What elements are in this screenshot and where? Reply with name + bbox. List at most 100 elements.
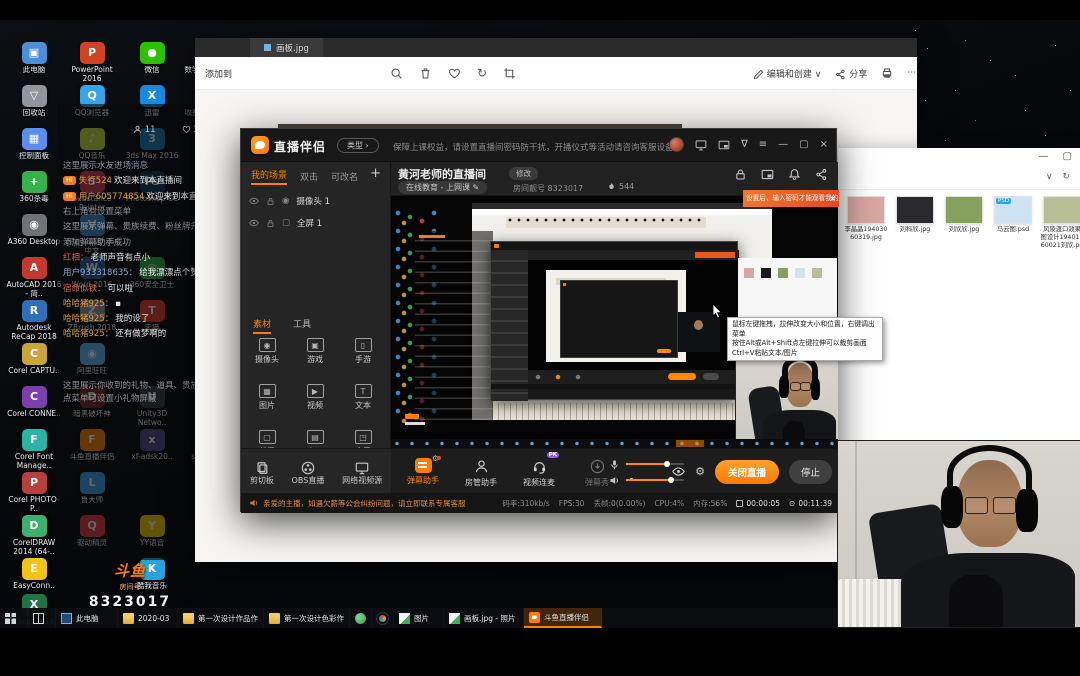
stop-button[interactable]: 停止 [789, 460, 832, 484]
lock-icon[interactable] [266, 219, 275, 228]
add-scene-button[interactable]: + [370, 166, 381, 181]
dropdown-icon[interactable]: ∨ [1046, 172, 1053, 182]
taskbar-item[interactable]: 画板.jpg - 照片 [444, 608, 524, 628]
desktop-icon[interactable]: ▦ 控制面板 [6, 128, 62, 161]
zoom-icon[interactable] [390, 67, 403, 80]
lock-icon[interactable] [266, 197, 275, 206]
video-link-button[interactable]: PK 视频连麦 [517, 456, 561, 488]
rotate-icon[interactable]: ↻ [477, 66, 487, 80]
taskbar-item-icon[interactable] [449, 613, 460, 624]
close-button[interactable]: × [820, 139, 828, 150]
desktop-icon[interactable]: E EasyConn.. [6, 558, 62, 591]
favorite-icon[interactable] [448, 67, 461, 80]
chat-username[interactable]: 哈哈猪925： [63, 329, 113, 339]
file-item[interactable]: 风陵渡口效果图设计19401060021刘欣.png [1040, 196, 1080, 250]
material-item[interactable]: ▦ 图片 [243, 380, 291, 426]
file-item[interactable]: 李晶晶19403060319.jpg [844, 196, 888, 250]
share-button[interactable]: 分享 [835, 67, 867, 80]
maximize-icon[interactable]: ▢ [1063, 151, 1072, 162]
edit-room-button[interactable]: 修改 [509, 167, 538, 180]
app-icon[interactable]: ▽ [22, 85, 47, 107]
chat-username[interactable]: 哈哈猪925： [63, 314, 113, 324]
file-thumbnail[interactable] [847, 196, 885, 224]
add-to-button[interactable]: 添加到 [205, 67, 232, 80]
taskbar-item[interactable]: 第一次设计作品作业 [178, 608, 264, 628]
minimize-button[interactable]: — [778, 139, 788, 150]
taskbar-item-icon[interactable] [399, 613, 410, 624]
close-live-button[interactable]: 关闭直播 [715, 460, 779, 484]
desktop-icon[interactable]: + 360杀毒 [6, 171, 62, 204]
app-icon[interactable]: A [22, 257, 47, 279]
source-row[interactable]: ◉ 摄像头 1 [249, 190, 399, 212]
material-item[interactable]: ▶ 视频 [291, 380, 339, 426]
chat-username[interactable]: 用户933318635： [63, 268, 137, 278]
taskbar-item-icon[interactable] [183, 613, 194, 624]
app-icon[interactable]: D [22, 515, 47, 537]
file-item[interactable]: 刘欣欣.jpg [942, 196, 986, 250]
file-thumbnail[interactable] [896, 196, 934, 224]
app-icon[interactable]: C [22, 343, 47, 365]
taskbar-item-icon[interactable] [123, 613, 134, 624]
app-icon[interactable]: C [22, 386, 47, 408]
network-video-tool[interactable]: 网络视频源 [342, 457, 382, 486]
taskbar-item[interactable]: 图片 [394, 608, 444, 628]
share-icon[interactable] [815, 168, 828, 181]
crop-icon[interactable] [503, 67, 516, 80]
monitor-icon[interactable] [695, 139, 707, 151]
file-item[interactable]: 刘科欣.jpg [893, 196, 937, 250]
app-icon[interactable]: ▣ [22, 42, 47, 64]
taskbar-item[interactable] [28, 608, 56, 628]
taskbar-item[interactable]: 第一次设计色彩作业 [264, 608, 350, 628]
desktop-icon[interactable]: ● 微信 [124, 42, 180, 75]
refresh-icon[interactable]: ↻ [1062, 172, 1070, 182]
password-banner[interactable]: ×设置后，输入密码才能观看我的直播 [743, 190, 839, 207]
taskbar-item[interactable] [0, 608, 28, 628]
pip-icon[interactable] [718, 139, 730, 151]
desktop-icon[interactable]: ▣ 此电脑 [6, 42, 62, 75]
app-icon[interactable]: ● [140, 42, 165, 64]
desktop-icon[interactable]: P Corel PHOTO-P.. [6, 472, 62, 513]
taskbar-item-icon[interactable] [269, 613, 280, 624]
material-item[interactable]: ▣ 游戏 [291, 334, 339, 380]
delete-icon[interactable] [419, 67, 432, 80]
tab-tools[interactable]: 工具 [293, 317, 311, 334]
app-icon[interactable]: F [22, 429, 47, 451]
material-item[interactable]: ▯ 手游 [339, 334, 387, 380]
source-row[interactable]: ▢ 全屏 1 [249, 212, 399, 234]
desktop-icon[interactable]: C Corel CAPTU.. [6, 343, 62, 376]
photos-tab[interactable]: 画板.jpg [250, 38, 323, 57]
more-icon[interactable]: ⋯ [907, 68, 916, 78]
clipboard-tool[interactable]: 剪切板 [250, 457, 274, 486]
bell-icon[interactable] [788, 168, 801, 181]
desktop-icon[interactable]: P PowerPoint 2016 [64, 42, 120, 83]
filter-icon[interactable]: ∇ [741, 139, 748, 150]
tab-materials[interactable]: 素材 [253, 317, 271, 334]
taskbar-item-icon[interactable] [355, 613, 366, 624]
chat-username[interactable]: 哈哈猪925： [63, 299, 113, 309]
taskbar-item[interactable]: 此电脑 [56, 608, 118, 628]
desktop-icon[interactable]: A AutoCAD 2016 - 简.. [6, 257, 62, 298]
desktop-icon[interactable]: D CorelDRAW 2014 (64-.. [6, 515, 62, 556]
taskbar-item[interactable] [350, 608, 372, 628]
password-lock-icon[interactable] [734, 168, 747, 181]
app-icon[interactable]: P [22, 472, 47, 494]
moderator-assistant-button[interactable]: 房管助手 [459, 456, 503, 488]
taskbar-item-icon[interactable] [529, 612, 540, 623]
desktop-icon[interactable]: C Corel CONNE.. [6, 386, 62, 419]
taskbar-item-icon[interactable] [377, 613, 388, 624]
print-icon[interactable] [881, 67, 893, 79]
tab-my-scene[interactable]: 我的场景 [251, 168, 287, 185]
file-thumbnail[interactable] [945, 196, 983, 224]
maximize-button[interactable]: ▢ [799, 139, 808, 150]
taskbar-item[interactable]: 斗鱼直播伴侣 [524, 608, 602, 628]
type-pill-button[interactable]: 类型 › [337, 138, 379, 153]
obs-tool[interactable]: OBS直播 [292, 457, 325, 486]
file-thumbnail[interactable] [1043, 196, 1080, 224]
app-icon[interactable]: ◉ [22, 214, 47, 236]
taskbar-item[interactable]: 2020-03 [118, 608, 178, 628]
pip-preview-icon[interactable] [761, 168, 774, 181]
chat-username[interactable]: 失行524 [79, 176, 112, 186]
visibility-eye-icon[interactable] [249, 196, 259, 206]
desktop-icon[interactable]: ◉ A360 Desktop [6, 214, 62, 247]
menu-icon[interactable]: ≡ [759, 139, 767, 150]
